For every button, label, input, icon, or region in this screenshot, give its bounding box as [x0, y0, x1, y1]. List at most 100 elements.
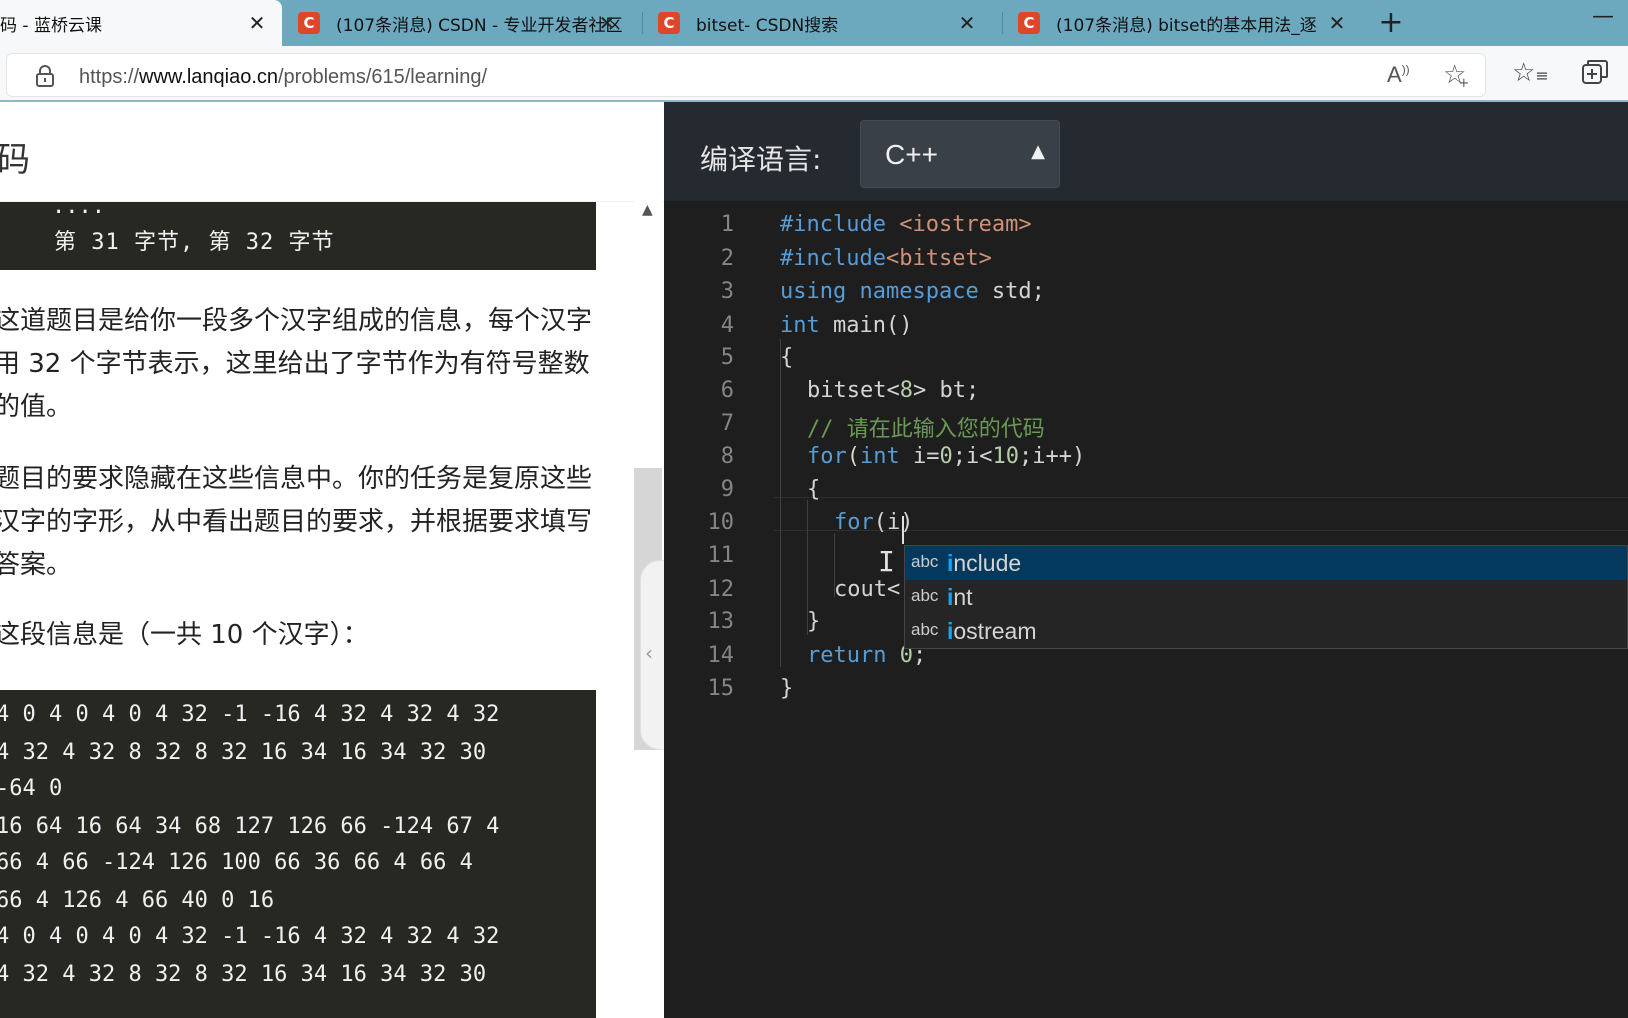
- line-number: 1: [720, 212, 734, 237]
- tab-title: 码 - 蓝桥云课: [0, 15, 102, 36]
- code-line: }: [807, 609, 821, 634]
- mouse-ibeam-cursor-icon: I: [878, 545, 895, 578]
- suggestion-label: iostream: [947, 618, 1036, 645]
- line-number: 6: [720, 378, 734, 403]
- code-token: int: [780, 313, 820, 338]
- tab-close-icon[interactable]: ✕: [596, 11, 618, 35]
- data-line: -64 0: [0, 776, 63, 801]
- code-line: {: [780, 345, 794, 370]
- line-number: 5: [720, 345, 734, 370]
- suggestion-item-int[interactable]: abc int: [905, 580, 1627, 614]
- code-line: for(int i=0;i<10;i++): [807, 444, 1085, 469]
- line-number: 15: [707, 676, 735, 701]
- collections-icon[interactable]: [1582, 60, 1608, 84]
- problem-paragraph: 题目的要求隐藏在这些信息中。你的任务是复原这些汉字的字形，从中看出题目的要求，并…: [0, 464, 593, 580]
- data-line: 4 32 4 32 8 32 8 32 16 34 16 34 32 30: [0, 740, 487, 765]
- code-token: for: [834, 510, 874, 535]
- suggestion-item-include[interactable]: abc include: [905, 546, 1627, 580]
- suggestion-label: int: [947, 584, 973, 611]
- language-label: 编译语言:: [700, 143, 822, 176]
- code-line: bitset<8> bt;: [807, 378, 979, 403]
- autocomplete-suggestions[interactable]: abc include abc int abc iostream: [904, 545, 1628, 649]
- line-number: 8: [720, 444, 734, 469]
- data-line: 4 0 4 0 4 0 4 32 -1 -16 4 32 4 32 4 32: [0, 702, 500, 727]
- csdn-favicon-icon: C: [1018, 12, 1040, 34]
- tab-title: (107条消息) CSDN - 专业开发者社区: [336, 15, 623, 36]
- add-favorite-icon[interactable]: ☆+: [1443, 60, 1477, 91]
- tab-title: (107条消息) bitset的基本用法_逐: [1056, 15, 1317, 36]
- code-token: main(): [819, 313, 913, 338]
- problem-header: 码: [0, 102, 664, 202]
- code-token: bitset<: [807, 378, 900, 403]
- browser-tab-bar: 码 - 蓝桥云课 ✕ C (107条消息) CSDN - 专业开发者社区 ✕ C…: [0, 0, 1628, 46]
- new-tab-button[interactable]: +: [1376, 6, 1406, 40]
- code-ellipsis: ....: [52, 194, 105, 219]
- code-token: 0: [939, 444, 953, 469]
- code-token: ;i++): [1019, 444, 1086, 469]
- line-number: 3: [720, 279, 734, 304]
- tab-close-icon[interactable]: ✕: [1326, 11, 1348, 35]
- code-token: 8: [899, 378, 913, 403]
- problem-paragraph: 这段信息是（一共 10 个汉字）：: [0, 620, 369, 650]
- tab-separator: [642, 12, 643, 34]
- language-value: C++: [885, 139, 938, 170]
- tab-separator: [1002, 12, 1003, 34]
- data-line: 66 4 66 -124 126 100 66 36 66 4 66 4: [0, 850, 473, 875]
- code-token: int: [860, 444, 900, 469]
- csdn-favicon-icon: C: [298, 12, 320, 34]
- address-bar[interactable]: https://www.lanqiao.cn/problems/615/lear…: [6, 53, 1486, 97]
- minimize-window-button[interactable]: —: [1592, 4, 1614, 29]
- suggestion-label: include: [947, 550, 1021, 577]
- url-text[interactable]: https://www.lanqiao.cn/problems/615/lear…: [79, 66, 487, 89]
- language-select[interactable]: C++ ▲: [860, 120, 1060, 188]
- tab-close-icon[interactable]: ✕: [956, 11, 978, 35]
- pane-collapse-handle[interactable]: ‹: [640, 560, 666, 750]
- problem-paragraph: 这道题目是给你一段多个汉字组成的信息，每个汉字用 32 个字节表示，这里给出了字…: [0, 306, 593, 422]
- code-token: 10: [992, 444, 1020, 469]
- text-kind-icon: abc: [911, 620, 939, 639]
- url-host: www.lanqiao.cn: [139, 66, 278, 88]
- tab-title: bitset- CSDN搜索: [696, 15, 839, 36]
- line-number: 4: [720, 313, 734, 338]
- code-token: using: [780, 279, 847, 304]
- scroll-up-arrow-icon[interactable]: ▲: [642, 202, 653, 218]
- line-number: 2: [720, 246, 734, 271]
- line-number: 10: [707, 510, 735, 535]
- code-line: cout<: [834, 577, 901, 602]
- code-line: using namespace std;: [780, 279, 1045, 304]
- csdn-favicon-icon: C: [658, 12, 680, 34]
- code-token: #include: [780, 246, 886, 271]
- data-line: 66 4 126 4 66 40 0 16: [0, 888, 275, 913]
- favorites-icon[interactable]: ☆≡: [1512, 58, 1549, 88]
- code-token: <iostream>: [885, 212, 1032, 237]
- url-path: /problems/615/learning/: [278, 66, 488, 88]
- code-token: #include: [780, 212, 886, 237]
- caret-up-icon: ▲: [1031, 141, 1045, 162]
- text-cursor: [902, 516, 904, 544]
- code-token: ;i<: [952, 444, 993, 469]
- tab-csdn-bitset[interactable]: C (107条消息) bitset的基本用法_逐 ✕: [1018, 0, 1362, 46]
- suggestion-item-iostream[interactable]: abc iostream: [905, 614, 1627, 648]
- address-bar-row: https://www.lanqiao.cn/problems/615/lear…: [0, 46, 1628, 102]
- tab-csdn-search[interactable]: C bitset- CSDN搜索 ✕: [658, 0, 992, 46]
- suggestion-rest: nclude: [953, 550, 1022, 576]
- tab-lanqiao[interactable]: 码 - 蓝桥云课 ✕: [0, 0, 282, 46]
- tab-close-icon[interactable]: ✕: [246, 11, 268, 35]
- problem-pane: 码 .... 第 31 字节, 第 32 字节 这道题目是给你一段多个汉字组成的…: [0, 102, 664, 1018]
- code-block: .... 第 31 字节, 第 32 字节: [0, 194, 596, 270]
- code-token: <bitset>: [885, 246, 992, 271]
- code-line: 第 31 字节, 第 32 字节: [54, 230, 335, 255]
- line-number: 11: [707, 543, 735, 568]
- indent-guide: [780, 339, 781, 667]
- tab-csdn-home[interactable]: C (107条消息) CSDN - 专业开发者社区 ✕: [298, 0, 632, 46]
- line-number: 9: [720, 477, 734, 502]
- code-token: > bt;: [912, 378, 980, 403]
- code-token: (i): [873, 510, 914, 535]
- read-aloud-icon[interactable]: A)): [1387, 62, 1410, 88]
- data-line: 4 0 4 0 4 0 4 32 -1 -16 4 32 4 32 4 32: [0, 924, 500, 949]
- line-number: 7: [720, 411, 734, 436]
- url-protocol: https://: [79, 66, 140, 88]
- lock-icon[interactable]: [35, 65, 55, 87]
- code-line: }: [780, 676, 794, 701]
- data-line: 16 64 16 64 34 68 127 126 66 -124 67 4: [0, 814, 500, 839]
